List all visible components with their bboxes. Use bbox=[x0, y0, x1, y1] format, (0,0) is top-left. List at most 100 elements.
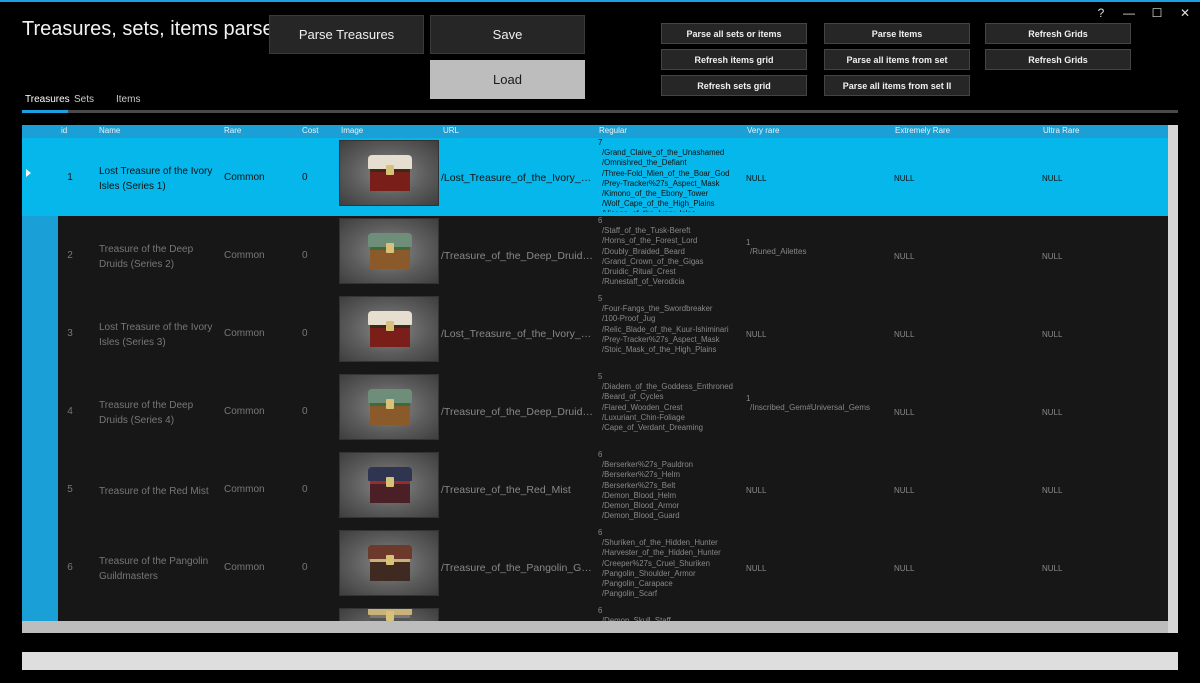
cell-id: 2 bbox=[67, 250, 73, 261]
minimize-icon[interactable]: — bbox=[1122, 6, 1136, 20]
regular-item: /Flared_Wooden_Crest bbox=[602, 402, 683, 412]
cell-rare: Common bbox=[224, 172, 265, 183]
column-header-cost[interactable]: Cost bbox=[302, 126, 318, 135]
regular-item: /Relic_Blade_of_the_Kuur-Ishiminari bbox=[602, 324, 729, 334]
cell-very-rare: NULL bbox=[746, 174, 767, 183]
load-button[interactable]: Load bbox=[430, 60, 585, 99]
regular-count: 6 bbox=[598, 606, 603, 615]
cell-name: Treasure of the Red Mist bbox=[99, 486, 209, 497]
cell-cost: 0 bbox=[302, 406, 308, 417]
cell-very-rare: 1/Runed_Ailettes bbox=[746, 238, 806, 256]
table-row[interactable]: 2 Treasure of the Deep Druids (Series 2) C… bbox=[22, 216, 1168, 294]
chest-lock bbox=[386, 555, 394, 565]
cell-name: Treasure of the Deep Druids (Series 4) bbox=[99, 400, 194, 426]
column-header-extremely-rare[interactable]: Extremely Rare bbox=[895, 126, 950, 135]
column-header-ultra-rare[interactable]: Ultra Rare bbox=[1043, 126, 1079, 135]
help-icon[interactable]: ? bbox=[1094, 6, 1108, 20]
parse-treasures-button[interactable]: Parse Treasures bbox=[269, 15, 424, 54]
parse-items-button[interactable]: Parse Items bbox=[824, 23, 970, 44]
table-row[interactable]: 6/Demon_Skull_Staff bbox=[22, 606, 1168, 621]
close-icon[interactable]: ✕ bbox=[1178, 6, 1192, 20]
cell-extremely-rare: NULL bbox=[894, 564, 915, 573]
regular-item: /Berserker%27s_Helm bbox=[602, 470, 680, 480]
refresh-grids-button[interactable]: Refresh Grids bbox=[985, 23, 1131, 44]
cell-extremely-rare: NULL bbox=[894, 252, 915, 261]
cell-very-rare: NULL bbox=[746, 330, 767, 339]
cell-ultra-rare: NULL bbox=[1042, 486, 1063, 495]
cell-regular: 7/Grand_Claive_of_the_Unashamed/Omnishre… bbox=[598, 138, 746, 212]
table-row[interactable]: 5 Treasure of the Red Mist Common 0/Treasur… bbox=[22, 450, 1168, 528]
regular-item: /Prey-Tracker%27s_Aspect_Mask bbox=[602, 178, 720, 188]
regular-count: 6 bbox=[598, 450, 603, 459]
parse-all-items-from-set-ii-button[interactable]: Parse all items from set II bbox=[824, 75, 970, 96]
column-header-image[interactable]: Image bbox=[341, 126, 363, 135]
cell-regular: 6/Shuriken_of_the_Hidden_Hunter/Harveste… bbox=[598, 528, 746, 602]
parse-all-sets-or-items-button[interactable]: Parse all sets or items bbox=[661, 23, 807, 44]
cell-regular: 5/Four-Fangs_the_Swordbreaker/100-Proof_… bbox=[598, 294, 746, 368]
save-button[interactable]: Save bbox=[430, 15, 585, 54]
cell-extremely-rare: NULL bbox=[894, 408, 915, 417]
column-header-name[interactable]: Name bbox=[99, 126, 120, 135]
app-title: Treasures, sets, items parser bbox=[22, 18, 281, 40]
treasure-chest-icon bbox=[368, 467, 412, 507]
vertical-scrollbar[interactable] bbox=[1168, 125, 1178, 633]
cell-cost: 0 bbox=[302, 250, 308, 261]
cell-id: 5 bbox=[67, 484, 73, 495]
regular-item: /Luxuriant_Chin-Foliage bbox=[602, 412, 685, 422]
regular-item: /Demon_Blood_Helm bbox=[602, 490, 677, 500]
treasure-image bbox=[339, 452, 439, 518]
table-row[interactable]: 3 Lost Treasure of the Ivory Isles (Serie… bbox=[22, 294, 1168, 372]
treasure-image bbox=[339, 530, 439, 596]
treasure-image bbox=[339, 608, 439, 621]
horizontal-scrollbar[interactable] bbox=[22, 621, 1168, 633]
column-header-rare[interactable]: Rare bbox=[224, 126, 241, 135]
regular-item: /Three-Fold_Mien_of_the_Boar_God bbox=[602, 168, 730, 178]
cell-extremely-rare: NULL bbox=[894, 486, 915, 495]
regular-item: /Demon_Blood_Guard bbox=[602, 511, 680, 521]
regular-item: /Stoic_Mask_of_the_High_Plains bbox=[602, 345, 717, 355]
cell-url: /Treasure_of_the_Pangolin_Guildmasters bbox=[441, 562, 593, 574]
refresh-items-grid-button[interactable]: Refresh items grid bbox=[661, 49, 807, 70]
cell-rare: Common bbox=[224, 328, 265, 339]
tab-sets[interactable]: Sets bbox=[74, 94, 94, 105]
column-header-url[interactable]: URL bbox=[443, 126, 459, 135]
cell-rare: Common bbox=[224, 562, 265, 573]
cell-url: /Lost_Treasure_of_the_Ivory_Isles_(Serie… bbox=[441, 328, 593, 340]
regular-item: /Demon_Blood_Armor bbox=[602, 501, 680, 511]
table-row[interactable]: 1 Lost Treasure of the Ivory Isles (Serie… bbox=[22, 138, 1168, 216]
cell-rare: Common bbox=[224, 250, 265, 261]
regular-count: 5 bbox=[598, 294, 603, 303]
chest-lock bbox=[386, 243, 394, 253]
refresh-sets-grid-button[interactable]: Refresh sets grid bbox=[661, 75, 807, 96]
table-row[interactable]: 6 Treasure of the Pangolin Guildmasters Co… bbox=[22, 528, 1168, 606]
column-header-id[interactable]: id bbox=[61, 126, 67, 135]
tab-items[interactable]: Items bbox=[116, 94, 140, 105]
cell-url: /Treasure_of_the_Red_Mist bbox=[441, 484, 571, 496]
chest-lock bbox=[386, 321, 394, 331]
tab-treasures[interactable]: Treasures bbox=[25, 94, 70, 105]
regular-item: /Pangolin_Scarf bbox=[602, 589, 658, 599]
maximize-icon[interactable]: ☐ bbox=[1150, 6, 1164, 20]
regular-item: /Pangolin_Carapace bbox=[602, 579, 673, 589]
cell-name: Lost Treasure of the Ivory Isles (Series… bbox=[99, 322, 213, 348]
refresh-grids-button-2[interactable]: Refresh Grids bbox=[985, 49, 1131, 70]
regular-item: /Beard_of_Cycles bbox=[602, 392, 664, 402]
regular-item: /Diadem_of_the_Goddess_Enthroned bbox=[602, 382, 733, 392]
cell-very-rare: 1/Inscribed_Gem#Universal_Gems bbox=[746, 394, 870, 412]
column-header-regular[interactable]: Regular bbox=[599, 126, 627, 135]
regular-item: /Omnishred_the_Defiant bbox=[602, 158, 687, 168]
parse-all-items-from-set-button[interactable]: Parse all items from set bbox=[824, 49, 970, 70]
table-row[interactable]: 4 Treasure of the Deep Druids (Series 4) C… bbox=[22, 372, 1168, 450]
cell-very-rare: NULL bbox=[746, 564, 767, 573]
treasures-grid[interactable]: id Name Rare Cost Image URL Regular Very… bbox=[22, 125, 1178, 633]
cell-url: /Lost_Treasure_of_the_Ivory_Isles_(Serie… bbox=[441, 172, 593, 184]
cell-regular: 6/Staff_of_the_Tusk-Bereft/Horns_of_the_… bbox=[598, 216, 746, 290]
cell-regular: 5/Diadem_of_the_Goddess_Enthroned/Beard_… bbox=[598, 372, 746, 446]
cell-name: Treasure of the Deep Druids (Series 2) bbox=[99, 244, 194, 270]
regular-item: /Runestaff_of_Verodicia bbox=[602, 277, 685, 287]
regular-item: /Berserker%27s_Pauldron bbox=[602, 460, 694, 470]
regular-item: /Cape_of_Verdant_Dreaming bbox=[602, 423, 703, 433]
cell-id: 4 bbox=[67, 406, 73, 417]
cell-extremely-rare: NULL bbox=[894, 330, 915, 339]
column-header-very-rare[interactable]: Very rare bbox=[747, 126, 779, 135]
